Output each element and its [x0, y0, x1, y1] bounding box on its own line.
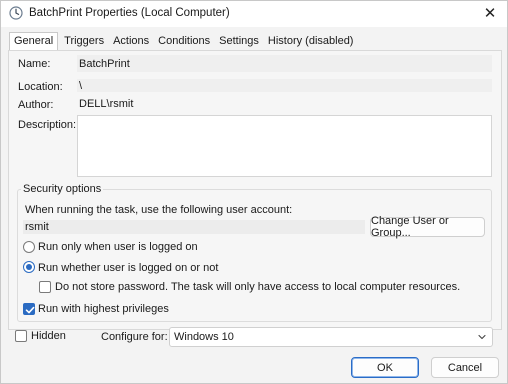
close-button[interactable]: ✕ [473, 1, 507, 25]
checkmark-icon [25, 306, 35, 314]
task-properties-dialog: BatchPrint Properties (Local Computer) ✕… [0, 0, 508, 384]
radio-run-only-logged-on-label: Run only when user is logged on [38, 241, 198, 253]
tab-conditions[interactable]: Conditions [155, 33, 213, 50]
description-label: Description: [18, 119, 77, 131]
location-label: Location: [18, 81, 63, 93]
tab-settings[interactable]: Settings [216, 33, 262, 50]
location-value: \ [79, 79, 83, 92]
radio-run-only-logged-on[interactable] [23, 241, 35, 253]
highest-privileges-checkbox[interactable] [23, 303, 35, 315]
author-field: DELL\rsmit [77, 97, 492, 111]
hidden-label: Hidden [31, 330, 66, 342]
close-icon: ✕ [483, 5, 497, 22]
name-label: Name: [18, 58, 51, 70]
name-field[interactable]: BatchPrint [77, 55, 492, 72]
title-bar: BatchPrint Properties (Local Computer) ✕ [1, 1, 507, 27]
description-textarea[interactable] [77, 115, 492, 177]
security-options-title: Security options [21, 183, 104, 195]
chevron-down-icon [478, 334, 486, 340]
account-prompt: When running the task, use the following… [25, 204, 293, 216]
ok-button[interactable]: OK [351, 357, 419, 378]
cancel-button[interactable]: Cancel [431, 357, 499, 378]
name-value: BatchPrint [79, 57, 130, 70]
do-not-store-password-checkbox[interactable] [39, 281, 51, 293]
tab-actions[interactable]: Actions [110, 33, 152, 50]
task-scheduler-clock-icon [9, 6, 23, 20]
author-value: DELL\rsmit [79, 98, 134, 110]
configure-for-label: Configure for: [101, 331, 168, 343]
user-account-field: rsmit [23, 220, 365, 234]
tab-general[interactable]: General [9, 32, 59, 51]
location-field: \ [77, 79, 492, 92]
configure-for-dropdown[interactable]: Windows 10 [169, 327, 493, 347]
configure-for-value: Windows 10 [174, 331, 234, 343]
author-label: Author: [18, 99, 54, 111]
do-not-store-password-label: Do not store password. The task will onl… [55, 281, 461, 293]
tab-triggers[interactable]: Triggers [61, 33, 107, 50]
hidden-checkbox[interactable] [15, 330, 27, 342]
window-title: BatchPrint Properties (Local Computer) [29, 7, 230, 19]
tab-strip: General Triggers Actions Conditions Sett… [9, 32, 359, 51]
change-user-button[interactable]: Change User or Group... [370, 215, 485, 239]
radio-run-whether-logged-on-label: Run whether user is logged on or not [38, 262, 219, 274]
tab-history[interactable]: History (disabled) [265, 33, 357, 50]
radio-run-whether-logged-on[interactable] [23, 261, 35, 273]
highest-privileges-label: Run with highest privileges [38, 303, 169, 315]
user-account-value: rsmit [25, 221, 49, 233]
